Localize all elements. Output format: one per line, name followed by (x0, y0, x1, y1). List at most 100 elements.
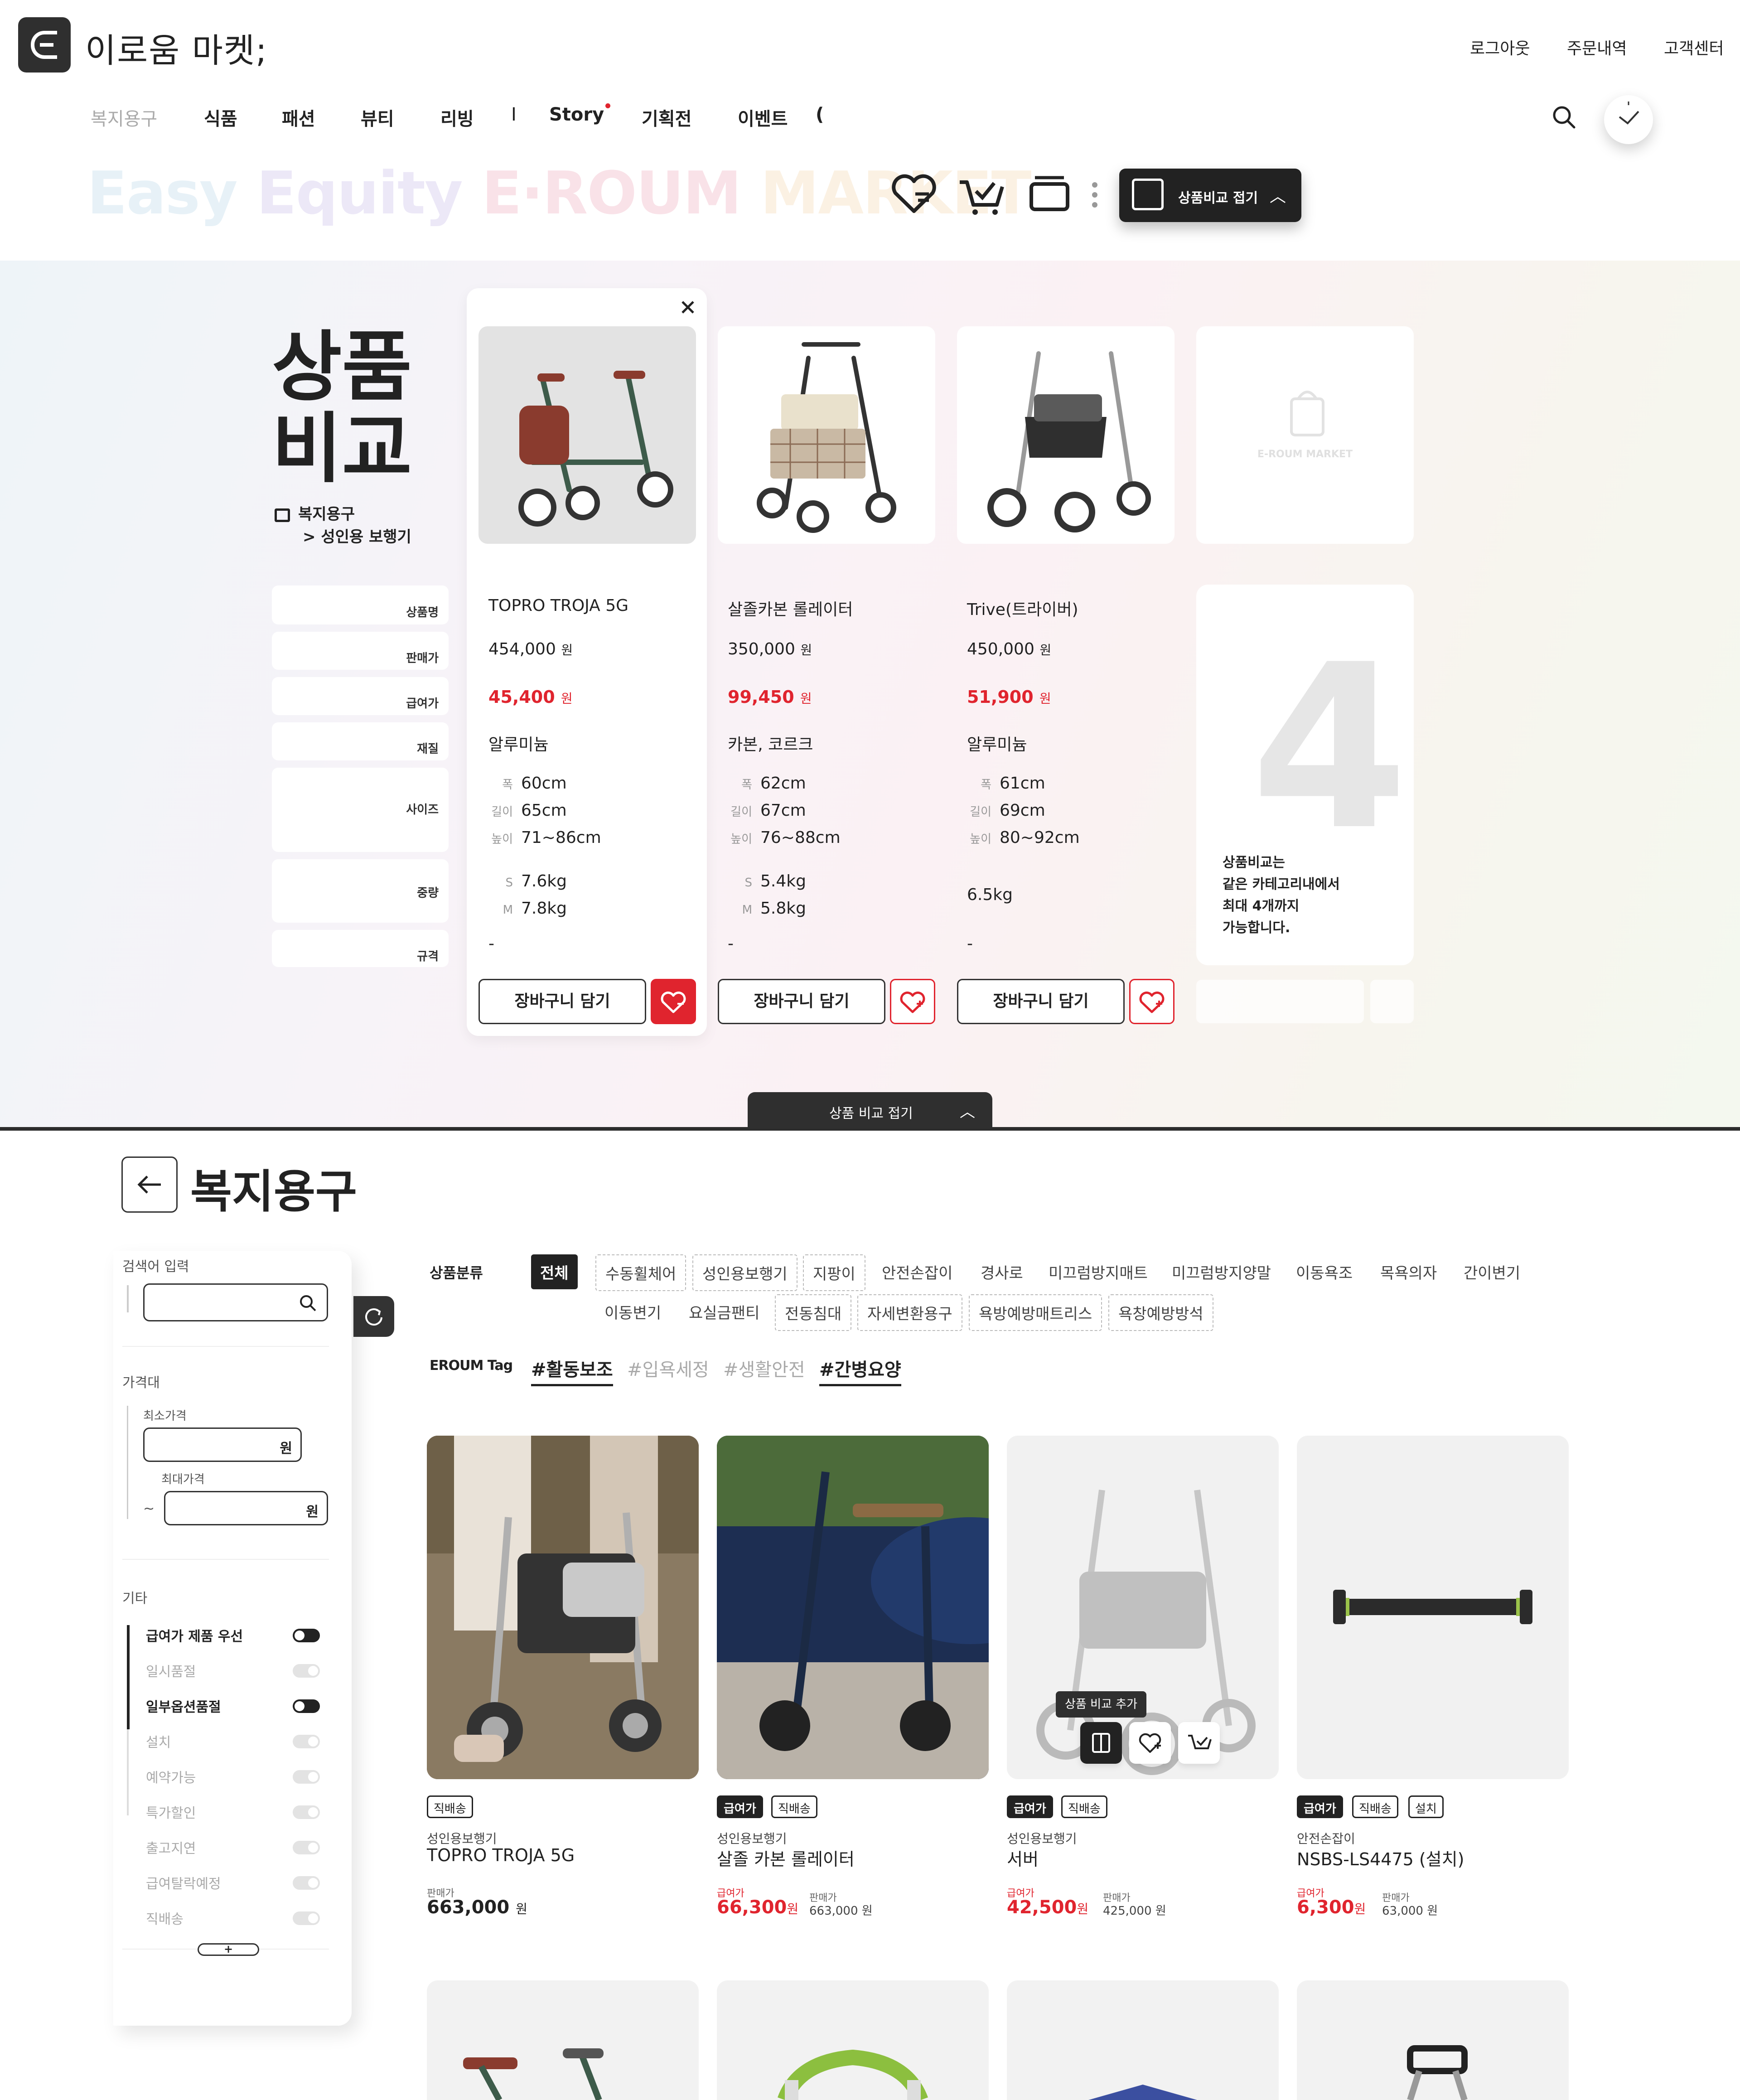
toggle-switch[interactable] (293, 1629, 320, 1642)
category-chip[interactable]: 자세변환용구 (857, 1294, 962, 1331)
recent-view-icon[interactable] (1604, 95, 1653, 144)
back-button[interactable] (121, 1156, 178, 1213)
wishlist-button[interactable] (1129, 979, 1174, 1024)
more-dots-icon[interactable] (1091, 181, 1098, 208)
category-chip[interactable]: 수동휠체어 (595, 1254, 686, 1291)
compare-collapse-button[interactable]: 상품비교 접기 ︿ (1119, 169, 1301, 222)
toggle-row[interactable]: 출고지연 (146, 1837, 196, 1857)
won-unit: 원 (787, 1902, 799, 1916)
tag-item[interactable]: #활동보조 (531, 1355, 613, 1386)
category-chip[interactable]: 목욕의자 (1371, 1254, 1446, 1289)
cart-icon[interactable] (957, 171, 1007, 217)
toggle-row[interactable]: 급여탈락예정 (146, 1873, 221, 1892)
toggle-row[interactable]: 설치 (146, 1731, 171, 1751)
close-icon[interactable] (680, 299, 696, 315)
product-name[interactable]: 살졸 카본 롤레이터 (717, 1845, 855, 1870)
category-chip[interactable]: 이동변기 (595, 1294, 670, 1329)
toggle-switch[interactable] (293, 1841, 320, 1854)
nav-story[interactable]: Story (549, 103, 611, 125)
product-card-image[interactable] (1297, 1980, 1569, 2100)
toggle-switch[interactable] (293, 1664, 320, 1678)
nav-living[interactable]: 리빙 (440, 104, 474, 131)
reset-filters-button[interactable] (353, 1296, 394, 1337)
logout-link[interactable]: 로그아웃 (1470, 35, 1530, 59)
breadcrumb-category[interactable]: 복지용구 (298, 505, 355, 523)
wishlist-icon[interactable] (889, 171, 939, 217)
add-to-cart-button[interactable]: 장바구니 담기 (957, 979, 1125, 1024)
tag-item[interactable]: #생활안전 (723, 1355, 805, 1381)
product-card-image[interactable] (1297, 1436, 1569, 1779)
nav-event[interactable]: 이벤트 (738, 104, 788, 131)
search-icon[interactable] (299, 1294, 317, 1312)
add-to-cart-button[interactable]: 장바구니 담기 (478, 979, 646, 1024)
category-chip[interactable]: 욕방예방매트리스 (969, 1294, 1102, 1331)
scroll-track[interactable] (127, 1729, 129, 1815)
nav-more[interactable]: ( (816, 104, 824, 125)
compare-product-image-2[interactable] (718, 326, 935, 544)
wishlist-button[interactable] (1129, 1722, 1171, 1764)
compare-collapse-tab[interactable]: 상품 비교 접기 ︿ (748, 1092, 992, 1128)
add-to-cart-button[interactable] (1178, 1722, 1220, 1764)
scroll-indicator[interactable] (127, 1625, 130, 1729)
min-price-input[interactable]: 원 (143, 1427, 302, 1462)
wishlist-button[interactable] (890, 979, 935, 1024)
toggle-row[interactable]: 일시품절 (146, 1660, 196, 1680)
category-chip-all[interactable]: 전체 (531, 1254, 578, 1289)
brand-name[interactable]: 이로움 마켓; (85, 24, 268, 72)
category-chip[interactable]: 성인용보행기 (692, 1254, 798, 1291)
toggle-switch[interactable] (293, 1770, 320, 1784)
product-name[interactable]: TOPRO TROJA 5G (427, 1845, 575, 1865)
tag-item[interactable]: #입욕세정 (627, 1355, 709, 1381)
category-chip[interactable]: 욕창예방방석 (1108, 1294, 1213, 1331)
nav-fashion[interactable]: 패션 (282, 104, 315, 131)
add-to-cart-button[interactable]: 장바구니 담기 (718, 979, 885, 1024)
tag-item[interactable]: #간병요양 (819, 1355, 901, 1386)
search-input[interactable] (143, 1283, 328, 1321)
compare-product-image-3[interactable] (957, 326, 1174, 544)
more-filters-button[interactable]: + (198, 1943, 259, 1956)
category-chip[interactable]: 전동침대 (775, 1294, 852, 1331)
toggle-row[interactable]: 예약가능 (146, 1766, 196, 1786)
support-link[interactable]: 고객센터 (1664, 35, 1724, 59)
toggle-switch[interactable] (293, 1805, 320, 1819)
product-name[interactable]: 서버 (1007, 1845, 1039, 1870)
category-chip[interactable]: 경사로 (972, 1254, 1032, 1289)
toggle-row[interactable]: 직배송 (146, 1908, 184, 1928)
product-weight-m: M 5.8kg (728, 899, 806, 918)
toggle-switch[interactable] (293, 1735, 320, 1748)
category-chip[interactable]: 이동욕조 (1287, 1254, 1362, 1289)
toggle-row[interactable]: 특가할인 (146, 1802, 196, 1822)
nav-welfare[interactable]: 복지용구 (91, 104, 157, 131)
width-value: 62cm (760, 774, 806, 793)
product-card-image[interactable] (717, 1436, 989, 1779)
toggle-row[interactable]: 일부옵션품절 (146, 1696, 221, 1716)
add-compare-button[interactable] (1080, 1722, 1122, 1764)
category-chip[interactable]: 간이변기 (1455, 1254, 1529, 1289)
search-icon[interactable] (1552, 105, 1576, 129)
category-chip[interactable]: 요실금팬티 (680, 1294, 768, 1329)
category-chip[interactable]: 미끄럼방지매트 (1039, 1254, 1157, 1289)
category-chip[interactable]: 미끄럼방지양말 (1163, 1254, 1280, 1289)
category-chip[interactable]: 안전손잡이 (873, 1254, 962, 1289)
toggle-switch[interactable] (293, 1876, 320, 1890)
toggle-row[interactable]: 급여가 제품 우선 (146, 1625, 243, 1645)
max-price-input[interactable]: 원 (164, 1491, 328, 1525)
nav-beauty[interactable]: 뷰티 (361, 104, 394, 131)
product-card-image[interactable] (717, 1980, 989, 2100)
compare-product-image-1[interactable] (478, 326, 696, 544)
orders-link[interactable]: 주문내역 (1567, 35, 1627, 59)
category-chip[interactable]: 지팡이 (803, 1254, 865, 1291)
toggle-switch[interactable] (293, 1911, 320, 1925)
product-card-image[interactable] (427, 1980, 699, 2100)
height-label: 높이 (970, 832, 991, 846)
recent-items-icon[interactable] (1025, 171, 1075, 217)
product-card-image[interactable] (427, 1436, 699, 1779)
product-name[interactable]: NSBS-LS4475 (설치) (1297, 1845, 1464, 1870)
breadcrumb-subcategory[interactable]: > 성인용 보행기 (275, 526, 411, 548)
product-card-image[interactable] (1007, 1980, 1279, 2100)
nav-exhibition[interactable]: 기획전 (642, 104, 691, 131)
nav-food[interactable]: 식품 (204, 104, 237, 131)
toggle-switch[interactable] (293, 1699, 320, 1713)
brand-logo-icon[interactable] (18, 17, 71, 73)
wishlist-button[interactable] (651, 979, 696, 1024)
